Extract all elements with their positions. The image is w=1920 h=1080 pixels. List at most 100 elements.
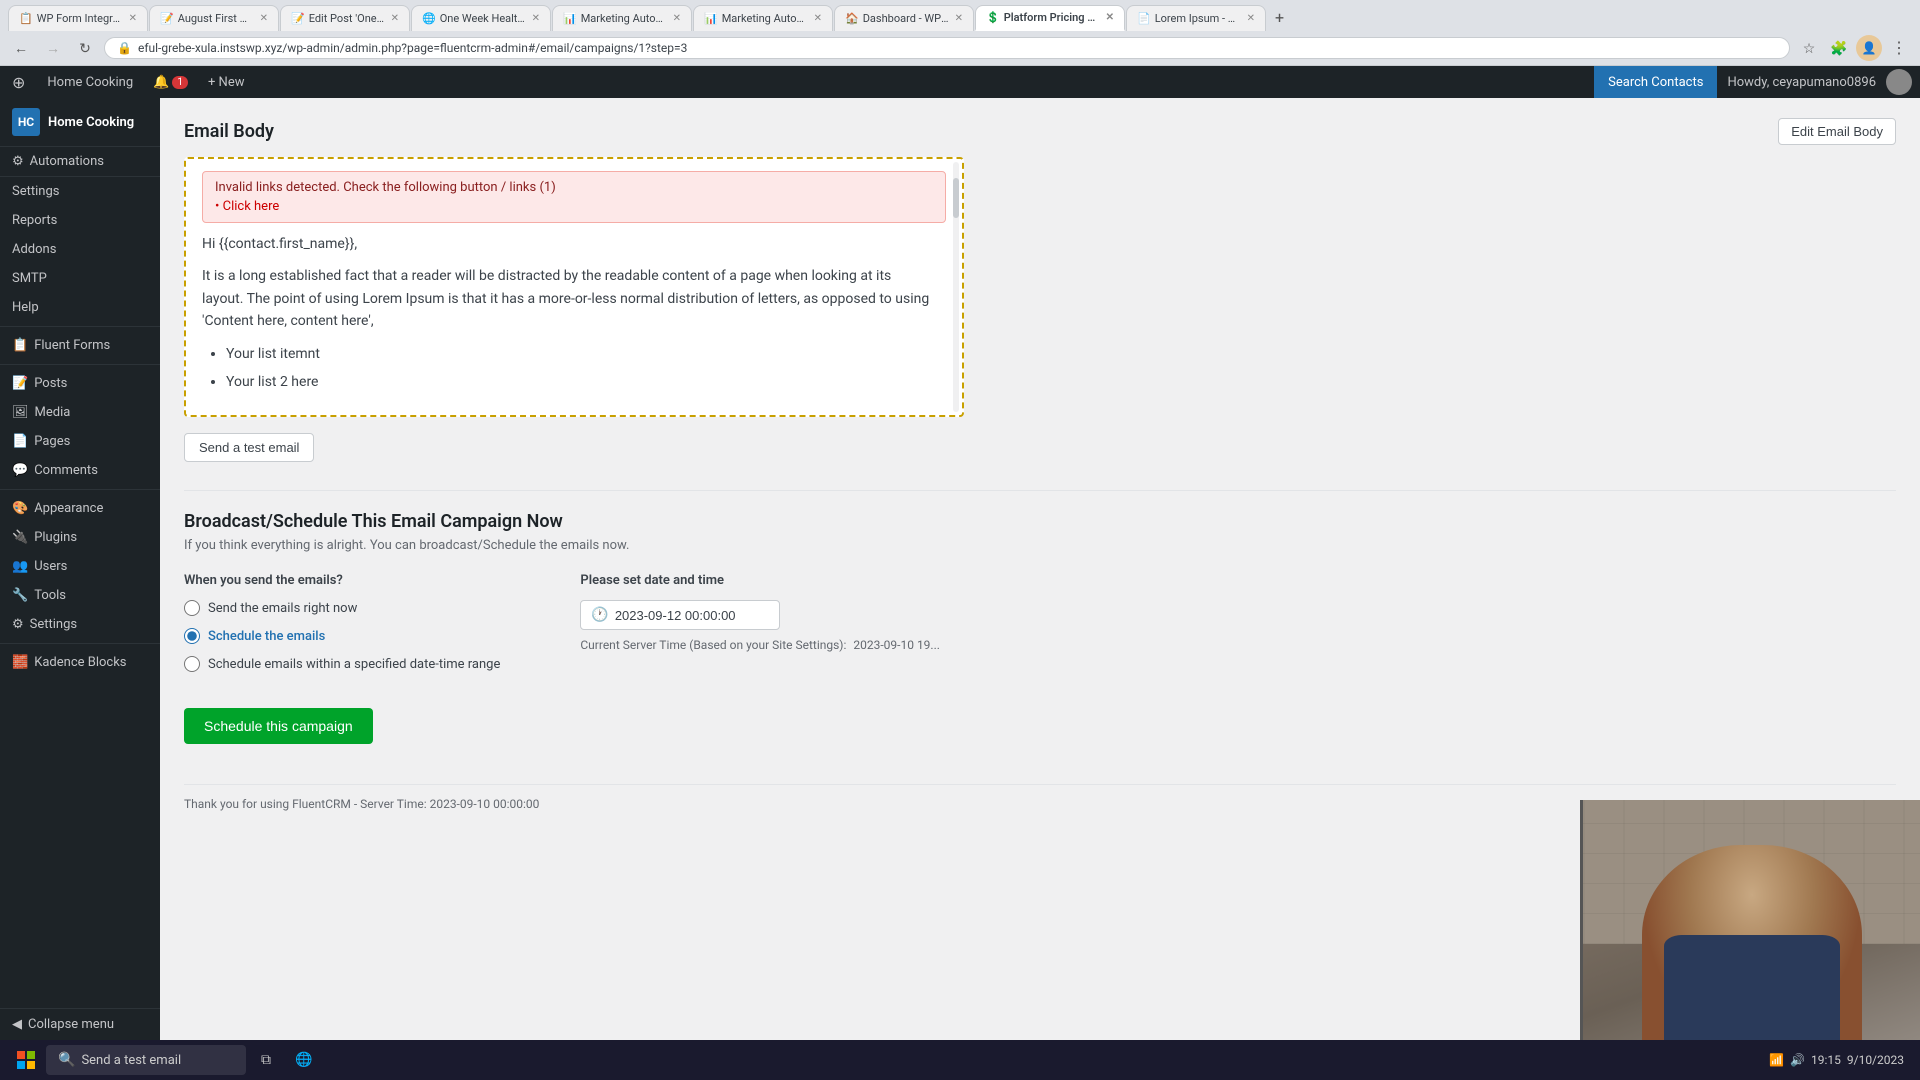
wp-logo-item[interactable]: ⊕ — [0, 66, 37, 98]
posts-icon: 📝 — [12, 376, 28, 391]
browser-tab-4[interactable]: 🌐 One Week Healthy - ✕ — [411, 5, 551, 31]
avatar[interactable] — [1886, 69, 1912, 95]
forward-button[interactable]: → — [40, 35, 66, 61]
howdy-text: Howdy, ceyapumano0896 — [1717, 66, 1886, 98]
tab4-label: One Week Healthy - — [440, 12, 526, 25]
browser-tabs-bar: 📋 WP Form Integrations ✕ 📝 August First … — [0, 0, 1920, 31]
collapse-icon: ◀ — [12, 1017, 22, 1032]
back-button[interactable]: ← — [8, 35, 34, 61]
plugins-label: Plugins — [34, 530, 77, 545]
site-name-item[interactable]: Home Cooking — [37, 66, 143, 98]
menu-button[interactable]: ⋮ — [1886, 35, 1912, 61]
tab7-label: Dashboard - WP Ma... — [863, 12, 949, 25]
sidebar-media[interactable]: 🖼 Media — [0, 398, 160, 427]
search-taskbar-icon: 🔍 — [58, 1052, 75, 1068]
widgets-button[interactable]: 🌐 — [286, 1042, 322, 1078]
url-text: eful-grebe-xula.instswp.xyz/wp-admin/adm… — [138, 41, 687, 55]
browser-tab-2[interactable]: 📝 August First Week - ✕ — [149, 5, 279, 31]
tab3-favicon: 📝 — [291, 12, 305, 25]
browser-tab-1[interactable]: 📋 WP Form Integrations ✕ — [8, 5, 148, 31]
tab2-close[interactable]: ✕ — [260, 13, 268, 24]
person-shirt — [1664, 935, 1840, 1040]
browser-tab-7[interactable]: 🏠 Dashboard - WP Ma... ✕ — [834, 5, 974, 31]
notifications-item[interactable]: 🔔 1 — [143, 66, 198, 98]
webcam-overlay — [1580, 800, 1920, 1040]
reload-button[interactable]: ↻ — [72, 35, 98, 61]
sidebar-appearance[interactable]: 🎨 Appearance — [0, 494, 160, 523]
sidebar-separator-5 — [0, 643, 160, 644]
sidebar-fluent-forms[interactable]: 📋 Fluent Forms — [0, 331, 160, 360]
new-item[interactable]: + New — [198, 66, 255, 98]
sidebar-automations[interactable]: ⚙ Automations — [0, 147, 160, 176]
browser-tab-5[interactable]: 📊 Marketing Automati... ✕ — [552, 5, 692, 31]
edit-email-body-button[interactable]: Edit Email Body — [1778, 118, 1896, 145]
bookmark-button[interactable]: ☆ — [1796, 35, 1822, 61]
scrollbar-thumb — [953, 178, 959, 218]
network-icon: 📶 — [1769, 1053, 1784, 1067]
click-here-link[interactable]: • Click here — [215, 199, 279, 214]
sidebar-pages[interactable]: 📄 Pages — [0, 427, 160, 456]
search-taskbar-button[interactable]: 🔍 Send a test email — [46, 1045, 246, 1075]
sidebar-settings-2[interactable]: ⚙ Settings — [0, 610, 160, 639]
start-button[interactable] — [8, 1042, 44, 1078]
profile-button[interactable]: 👤 — [1856, 35, 1882, 61]
list-item-1: Your list itemnt — [226, 343, 930, 365]
tab9-close[interactable]: ✕ — [1247, 13, 1255, 24]
new-tab-button[interactable]: + — [1267, 4, 1292, 31]
sidebar-comments[interactable]: 💬 Comments — [0, 456, 160, 485]
wp-admin-bar: ⊕ Home Cooking 🔔 1 + New Search Contacts… — [0, 66, 1920, 98]
tab8-close[interactable]: ✕ — [1106, 12, 1114, 23]
extensions-button[interactable]: 🧩 — [1826, 35, 1852, 61]
sidebar-tools[interactable]: 🔧 Tools — [0, 581, 160, 610]
sidebar-help[interactable]: Help — [0, 293, 160, 322]
send-test-email-button[interactable]: Send a test email — [184, 433, 314, 462]
broadcast-title: Broadcast/Schedule This Email Campaign N… — [184, 511, 1896, 532]
sidebar-smtp[interactable]: SMTP — [0, 264, 160, 293]
browser-tab-9[interactable]: 📄 Lorem Ipsum - All th... ✕ — [1126, 5, 1266, 31]
radio-schedule[interactable]: Schedule the emails — [184, 628, 500, 644]
date-time-input[interactable] — [615, 608, 770, 623]
schedule-campaign-button[interactable]: Schedule this campaign — [184, 708, 373, 744]
browser-address-bar: ← → ↻ 🔒 eful-grebe-xula.instswp.xyz/wp-a… — [0, 31, 1920, 66]
collapse-menu-button[interactable]: ◀ Collapse menu — [0, 1008, 160, 1040]
radio-send-now-label: Send the emails right now — [208, 601, 357, 616]
radio-schedule-input[interactable] — [184, 628, 200, 644]
browser-tab-3[interactable]: 📝 Edit Post 'One Wee... ✕ — [280, 5, 410, 31]
sidebar-separator-2 — [0, 326, 160, 327]
sidebar-kadence-blocks[interactable]: 🧱 Kadence Blocks — [0, 648, 160, 677]
tab7-close[interactable]: ✕ — [955, 13, 963, 24]
settings-label: Settings — [30, 617, 77, 632]
settings-icon: ⚙ — [12, 617, 24, 632]
tools-label: Tools — [34, 588, 66, 603]
tab5-favicon: 📊 — [563, 12, 577, 25]
footer-text: Thank you for using FluentCRM - Server T… — [184, 797, 539, 811]
sidebar-addons[interactable]: Addons — [0, 235, 160, 264]
browser-tab-8[interactable]: 💲 Platform Pricing & F... ✕ — [975, 5, 1125, 31]
radio-send-now-input[interactable] — [184, 600, 200, 616]
sidebar-reports[interactable]: Reports — [0, 206, 160, 235]
email-body-scrollbar[interactable] — [953, 162, 959, 412]
browser-tab-6[interactable]: 📊 Marketing Automati... ✕ — [693, 5, 833, 31]
sidebar-settings-1[interactable]: Settings — [0, 177, 160, 206]
search-contacts-button[interactable]: Search Contacts — [1594, 66, 1717, 98]
tab3-close[interactable]: ✕ — [391, 13, 399, 24]
sidebar-users[interactable]: 👥 Users — [0, 552, 160, 581]
server-time-note: Current Server Time (Based on your Site … — [580, 638, 940, 652]
tab1-close[interactable]: ✕ — [129, 13, 137, 24]
tab7-favicon: 🏠 — [845, 12, 859, 25]
tab6-close[interactable]: ✕ — [814, 13, 822, 24]
radio-date-range-label: Schedule emails within a specified date-… — [208, 657, 500, 672]
tab5-close[interactable]: ✕ — [673, 13, 681, 24]
radio-date-range[interactable]: Schedule emails within a specified date-… — [184, 656, 500, 672]
tab4-close[interactable]: ✕ — [532, 13, 540, 24]
kadence-label: Kadence Blocks — [34, 655, 126, 670]
sidebar-plugins[interactable]: 🔌 Plugins — [0, 523, 160, 552]
comments-icon: 💬 — [12, 463, 28, 478]
posts-label: Posts — [34, 376, 67, 391]
invalid-links-text: Invalid links detected. Check the follow… — [215, 180, 556, 195]
radio-date-range-input[interactable] — [184, 656, 200, 672]
sidebar-posts[interactable]: 📝 Posts — [0, 369, 160, 398]
task-view-button[interactable]: ⧉ — [248, 1042, 284, 1078]
invalid-link-item: • Click here — [215, 199, 933, 214]
radio-send-now[interactable]: Send the emails right now — [184, 600, 500, 616]
